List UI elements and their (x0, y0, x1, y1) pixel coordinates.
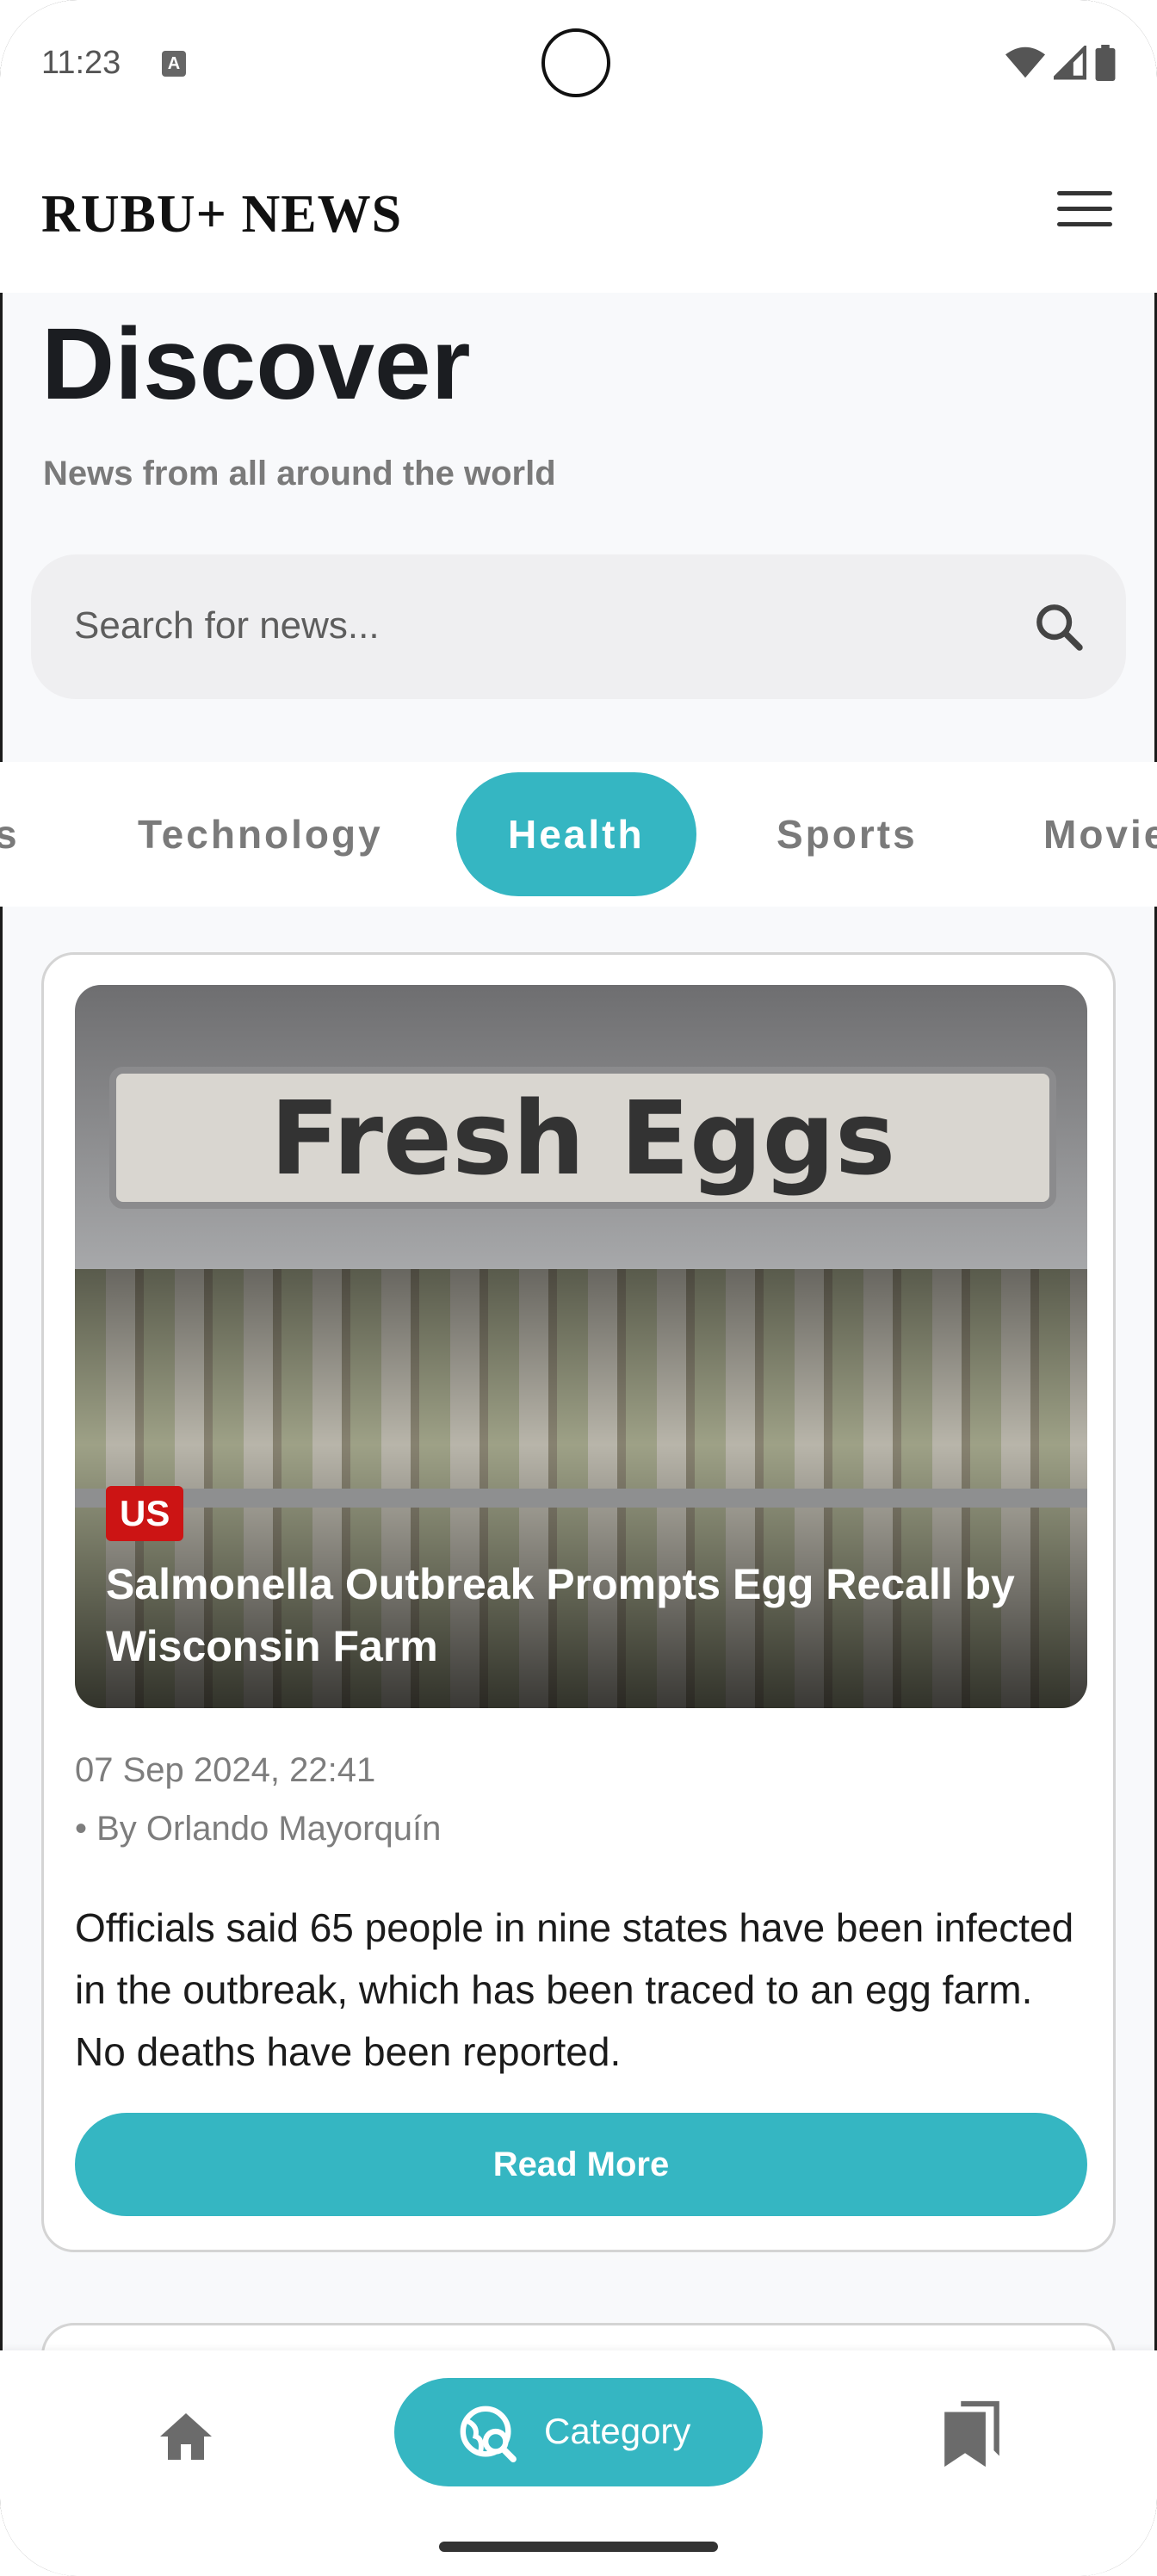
page-title: Discover (41, 307, 471, 421)
image-shelf-bar (75, 1489, 1087, 1508)
bookmarks-icon[interactable] (942, 2400, 1002, 2468)
home-icon[interactable] (155, 2406, 217, 2468)
app-header: RUBU+ NEWS (0, 129, 1157, 293)
search-bar[interactable] (31, 554, 1126, 699)
status-icons (1005, 45, 1116, 81)
status-bar: 11:23 A (0, 0, 1157, 129)
search-input[interactable] (72, 598, 1005, 654)
tab-technology[interactable]: Technology (138, 772, 383, 896)
article-description: Officials said 65 people in nine states … (75, 1905, 1074, 2074)
travel-explore-icon (460, 2406, 517, 2462)
category-tabs: s Technology Health Sports Movie (0, 762, 1157, 907)
device-screen: 11:23 A RUBU+ NEWS Discover News from al… (0, 0, 1157, 2576)
read-more-button[interactable]: Read More (75, 2113, 1087, 2216)
article-headline[interactable]: Salmonella Outbreak Prompts Egg Recall b… (106, 1553, 1053, 1677)
battery-icon (1095, 45, 1116, 81)
article-card[interactable]: Fresh Eggs US Salmonella Outbreak Prompt… (41, 952, 1116, 2252)
gesture-home-indicator[interactable] (439, 2542, 718, 2552)
country-badge: US (106, 1486, 184, 1541)
signal-icon (1054, 46, 1086, 80)
search-icon[interactable] (1031, 599, 1086, 654)
wifi-icon (1005, 46, 1045, 78)
bottom-navigation: Category (0, 2350, 1157, 2576)
tab-movies[interactable]: Movie (1043, 772, 1157, 896)
tab-partial-left[interactable]: s (0, 772, 20, 896)
image-sign: Fresh Eggs (109, 1067, 1056, 1209)
status-time: 11:23 (41, 45, 121, 81)
article-author: • By Orlando Mayorquín (75, 1810, 442, 1848)
category-nav-label: Category (544, 2411, 691, 2451)
article-date: 07 Sep 2024, 22:41 (75, 1751, 376, 1789)
page-subtitle: News from all around the world (43, 455, 556, 492)
tab-sports[interactable]: Sports (776, 772, 918, 896)
brand-logo: RUBU+ NEWS (41, 185, 403, 244)
category-nav-button[interactable]: Category (394, 2378, 763, 2486)
image-sign-text: Fresh Eggs (269, 1079, 896, 1198)
camera-cutout (541, 28, 610, 97)
hamburger-menu-icon[interactable] (1057, 191, 1112, 234)
tab-health[interactable]: Health (456, 772, 696, 896)
a-icon: A (162, 51, 186, 77)
article-image[interactable]: Fresh Eggs US Salmonella Outbreak Prompt… (75, 985, 1087, 1708)
